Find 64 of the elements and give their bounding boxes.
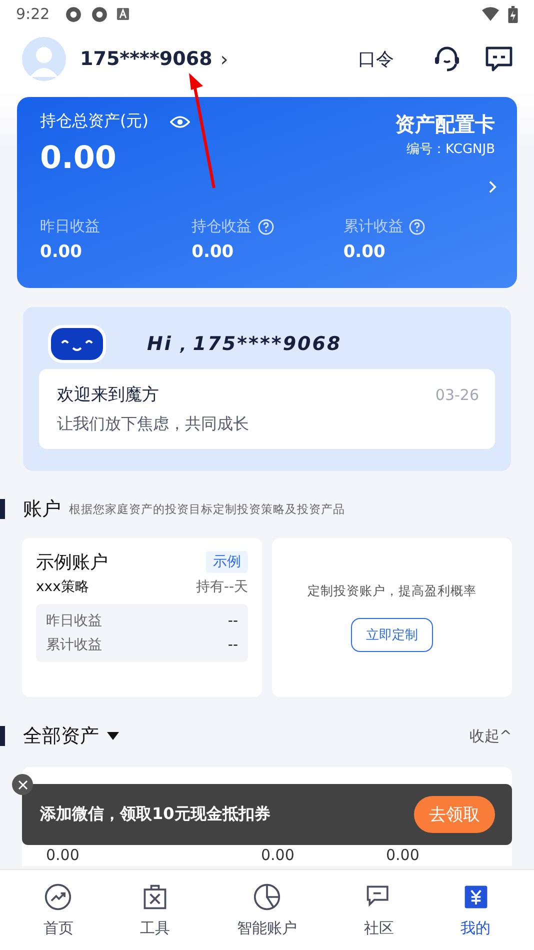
message-title: 欢迎来到魔方 xyxy=(57,384,159,406)
close-icon xyxy=(18,780,28,790)
help-icon[interactable] xyxy=(258,218,274,234)
app-icon xyxy=(90,6,108,22)
account-name: 示例账户 xyxy=(36,551,108,574)
earnings-label: 昨日收益 xyxy=(46,612,102,630)
fund-value: 0.00 xyxy=(261,847,296,863)
passcode-link[interactable]: 口令 xyxy=(358,47,394,71)
sample-account-card[interactable]: 示例账户 示例 xxx策略 持有--天 昨日收益 -- 累计收益 -- xyxy=(22,538,262,697)
custom-account-text: 定制投资账户，提高盈利概率 xyxy=(308,583,476,600)
keyboard-icon xyxy=(116,8,129,20)
trend-icon xyxy=(44,882,72,910)
section-subtitle: 根据您家庭资产的投资目标定制投资策略及投资产品 xyxy=(69,502,345,516)
help-icon[interactable] xyxy=(409,218,426,234)
nav-tab[interactable]: 工具 xyxy=(140,882,170,938)
stat-value: 0.00 xyxy=(343,242,386,262)
eye-icon[interactable] xyxy=(170,114,190,128)
earnings-label: 累计收益 xyxy=(46,636,102,654)
greeting-heading: Hi，175****9068 xyxy=(147,332,342,357)
section-marker xyxy=(0,726,5,746)
chevron-icon[interactable]: › xyxy=(220,47,228,71)
section-marker xyxy=(0,499,5,519)
nav-tab[interactable]: 首页 xyxy=(43,882,74,938)
promo-text: 添加微信，领取10元现金抵扣券 xyxy=(40,804,270,825)
stat-value: 0.00 xyxy=(192,242,235,262)
pie-chart-icon xyxy=(252,882,281,910)
collapse-link[interactable]: 收起^ xyxy=(469,726,512,746)
message-date: 03-26 xyxy=(435,386,479,404)
stat-value: 0.00 xyxy=(40,242,83,262)
wifi-icon xyxy=(482,6,499,22)
earnings-value: -- xyxy=(228,637,238,653)
fund-value: 0.00 xyxy=(386,847,420,863)
message-text: 让我们放下焦虑，共同成长 xyxy=(57,414,250,435)
holding-days: 持有--天 xyxy=(196,578,248,596)
card-number: 编号：KCGNJB xyxy=(406,141,495,158)
stat-label: 持仓收益 xyxy=(192,217,252,236)
sample-tag: 示例 xyxy=(206,551,248,573)
close-button[interactable] xyxy=(12,774,33,795)
customize-button[interactable]: 立即定制 xyxy=(351,618,433,652)
earnings-value: -- xyxy=(228,613,238,629)
app-icon xyxy=(64,6,82,22)
stat-label: 昨日收益 xyxy=(40,217,100,236)
phone-number[interactable]: 175****9068 xyxy=(80,48,212,70)
nav-tab[interactable]: 智能账户 xyxy=(236,882,297,938)
section-title[interactable]: 全部资产 xyxy=(23,723,99,749)
asset-card[interactable]: 持仓总资产(元) 0.00 资产配置卡 编号：KCGNJB 昨日收益 0.00 持仓收益 0.00 累计收益 0.00 xyxy=(17,97,517,288)
fund-value: 0.00 xyxy=(46,847,80,863)
message-icon[interactable] xyxy=(484,44,514,74)
card-title: 资产配置卡 xyxy=(395,111,495,138)
nav-tab[interactable]: 社区 xyxy=(364,882,394,938)
message-card[interactable]: 欢迎来到魔方 03-26 让我们放下焦虑，共同成长 xyxy=(39,369,495,449)
clock: 9:22 xyxy=(16,5,50,23)
total-assets-value: 0.00 xyxy=(40,140,118,176)
chevron-icon[interactable] xyxy=(488,180,497,194)
fund-card[interactable]: 0.00 0.00 0.00 添加微信，领取10元现金抵扣券 去领取 xyxy=(22,767,512,866)
total-assets-label: 持仓总资产(元) xyxy=(40,111,148,132)
section-title: 账户 xyxy=(23,497,61,522)
headset-icon[interactable] xyxy=(432,44,462,74)
battery-icon xyxy=(508,6,518,22)
robot-icon xyxy=(47,322,107,366)
stat-label: 累计收益 xyxy=(343,217,404,236)
nav-tab[interactable]: 我的 xyxy=(460,882,491,938)
dropdown-icon[interactable] xyxy=(107,732,119,740)
strategy-name: xxx策略 xyxy=(36,578,89,596)
